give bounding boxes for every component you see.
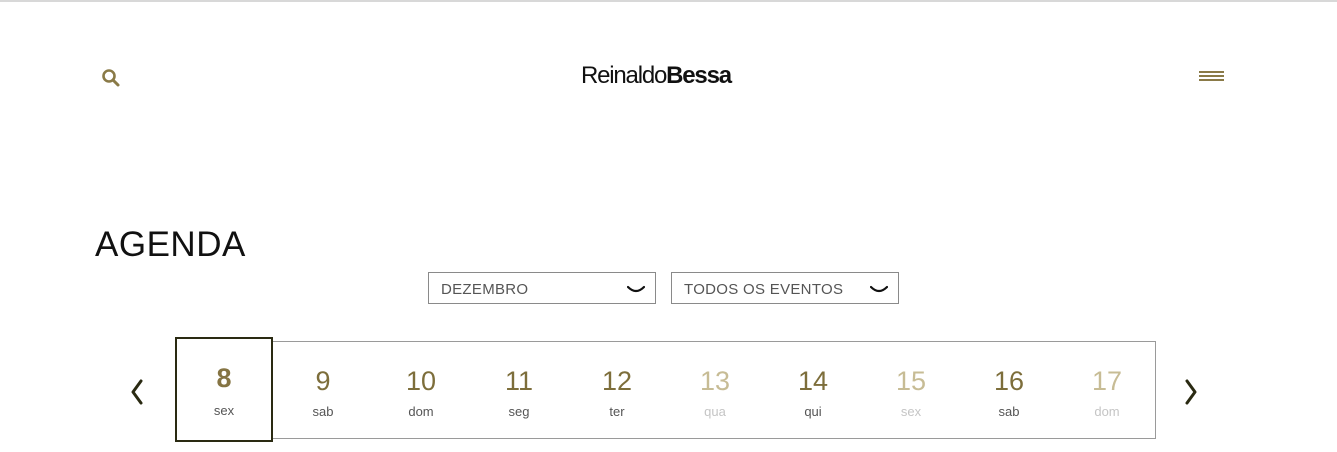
day-number: 12 (601, 366, 633, 396)
events-select-value: TODOS OS EVENTOS (684, 281, 844, 298)
chevron-down-icon (626, 283, 646, 295)
day-weekday: dom (1094, 404, 1120, 419)
day-cell[interactable]: 12 ter (568, 342, 666, 438)
day-number: 13 (699, 366, 731, 396)
day-weekday: sex (213, 403, 235, 418)
events-select[interactable]: TODOS OS EVENTOS (671, 272, 899, 304)
day-weekday: sex (900, 404, 922, 419)
chevron-right-icon (1185, 379, 1197, 405)
day-number: 16 (993, 366, 1025, 396)
chevron-down-icon (869, 283, 889, 295)
day-cell[interactable]: 16 sab (960, 342, 1058, 438)
month-select-value: DEZEMBRO (441, 281, 529, 298)
logo-text-second: Bessa (666, 62, 732, 89)
day-cell[interactable]: 10 dom (372, 342, 470, 438)
day-cell[interactable]: 8 sex (175, 337, 273, 442)
day-number: 15 (895, 366, 927, 396)
day-weekday: dom (408, 404, 434, 419)
day-cell[interactable]: 14 qui (764, 342, 862, 438)
next-days-button[interactable] (1183, 378, 1199, 406)
chevron-left-icon (131, 379, 143, 405)
hamburger-menu-icon[interactable] (1199, 71, 1225, 85)
day-number: 14 (797, 366, 829, 396)
day-weekday: sab (998, 404, 1020, 419)
day-cell[interactable]: 11 seg (470, 342, 568, 438)
month-select[interactable]: DEZEMBRO (428, 272, 656, 304)
day-cell[interactable]: 15 sex (862, 342, 960, 438)
day-weekday: qui (804, 404, 822, 419)
top-divider (0, 0, 1337, 2)
day-weekday: qua (704, 404, 726, 419)
search-icon[interactable] (100, 67, 122, 89)
previous-days-button[interactable] (129, 378, 145, 406)
day-number: 9 (315, 366, 331, 396)
logo-text-first: Reinaldo (581, 62, 667, 89)
page-title: AGENDA (95, 225, 246, 265)
day-number: 17 (1091, 366, 1123, 396)
day-cell[interactable]: 13 qua (666, 342, 764, 438)
day-number: 11 (504, 366, 534, 396)
site-logo[interactable]: ReinaldoBessa (581, 62, 732, 90)
day-number: 8 (216, 363, 232, 393)
day-weekday: sab (312, 404, 334, 419)
day-weekday: ter (609, 404, 625, 419)
day-cell[interactable]: 9 sab (274, 342, 372, 438)
day-weekday: seg (508, 404, 530, 419)
day-number: 10 (405, 366, 437, 396)
day-cell[interactable]: 17 dom (1058, 342, 1156, 438)
day-strip: 8 sex 9 sab 10 dom 11 seg 12 ter 13 qua 14 qui 15 sex 16… (175, 337, 1156, 442)
